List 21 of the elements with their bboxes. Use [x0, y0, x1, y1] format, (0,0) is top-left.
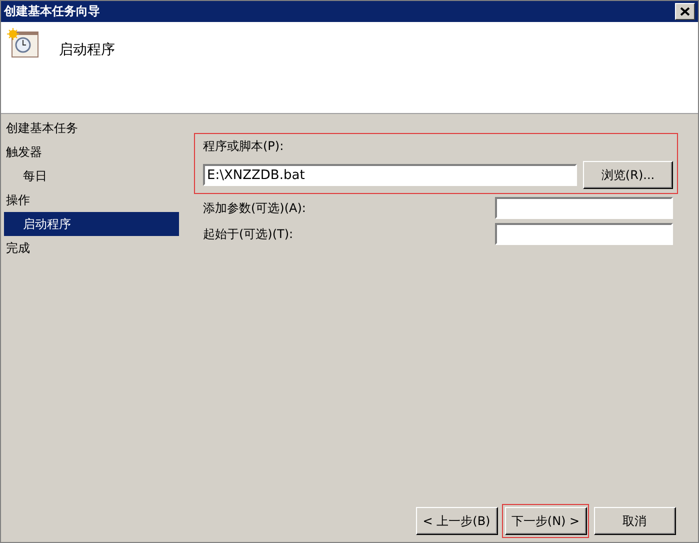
sidebar-item[interactable]: 完成	[1, 236, 179, 260]
browse-button[interactable]: 浏览(R)...	[583, 161, 673, 189]
input-field[interactable]	[495, 197, 673, 219]
program-field[interactable]: E:\XNZZDB.bat	[203, 164, 577, 186]
sidebar-item[interactable]: 创建基本任务	[1, 116, 179, 140]
field-label: 添加参数(可选)(A):	[203, 200, 306, 216]
close-button[interactable]	[675, 3, 695, 20]
sidebar-item[interactable]: 启动程序	[4, 212, 179, 236]
sidebar-item[interactable]: 操作	[1, 188, 179, 212]
sidebar-item[interactable]: 触发器	[1, 140, 179, 164]
wizard-button[interactable]: < 上一步(B)	[416, 507, 498, 535]
program-label: 程序或脚本(P):	[203, 138, 285, 155]
wizard-button[interactable]: 取消	[594, 507, 676, 535]
wizard-button[interactable]: 下一步(N) >	[504, 507, 586, 535]
clock-icon	[7, 28, 39, 58]
close-icon	[680, 7, 690, 16]
window-title: 创建基本任务向导	[4, 3, 100, 20]
input-field[interactable]	[495, 223, 673, 245]
sidebar-item[interactable]: 每日	[1, 164, 179, 188]
page-title: 启动程序	[59, 41, 115, 59]
field-label: 起始于(可选)(T):	[203, 226, 294, 242]
